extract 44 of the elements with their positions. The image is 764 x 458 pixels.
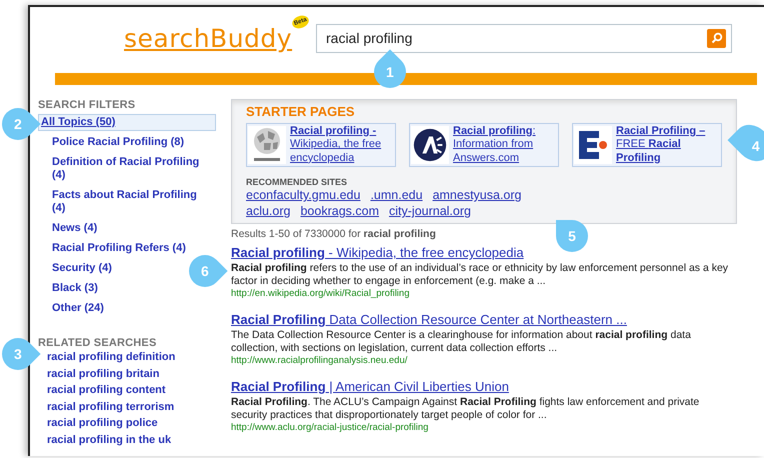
section-title: STARTER PAGES (246, 104, 356, 119)
filter-link[interactable]: Black (3) (52, 282, 98, 295)
related-search-link[interactable]: racial profiling terrorism (47, 398, 174, 415)
site-link[interactable]: econfaculty.gmu.edu (246, 188, 360, 203)
related-search-link[interactable]: racial profiling definition (47, 349, 176, 366)
filter-link[interactable]: Security (4) (52, 262, 112, 275)
result-url: http://en.wikipedia.org/wiki/Racial_profiling (231, 288, 410, 300)
result-snippet: Racial Profiling. The ACLU’s Campaign Against Racial Profiling fights law enforcement and private security practices that disproportionately target people of color for ... (231, 396, 700, 422)
section-title: RELATED SEARCHES (38, 337, 157, 349)
filter-link[interactable]: Police Racial Profiling (8) (52, 136, 184, 149)
starter-card[interactable]: Racial Profiling – FREE Racial Profiling (572, 123, 722, 167)
starter-link[interactable]: Racial profiling: Information from Answers.com (453, 124, 557, 166)
starter-card[interactable]: Racial profiling - Wikipedia, the free encyclopedia (246, 123, 396, 167)
starter-link[interactable]: Racial profiling - Wikipedia, the free encyclopedia (290, 124, 394, 166)
starter-link[interactable]: Racial Profiling – FREE Racial Profiling (616, 124, 720, 166)
filter-link[interactable]: All Topics (50) (38, 114, 216, 131)
starter-card[interactable]: Racial profiling: Information from Answers.com (409, 123, 559, 167)
result-url: http://www.racialprofilinganalysis.neu.edu/ (231, 355, 408, 367)
result-url: http://www.aclu.org/racial-justice/racial-profiling (231, 422, 430, 434)
results-summary: Results 1-50 of 7330000 for racial profiling (231, 228, 436, 240)
search-button[interactable] (707, 28, 726, 48)
site-link[interactable]: aclu.org (246, 204, 290, 219)
filter-link[interactable]: News (4) (52, 222, 98, 235)
filter-link[interactable]: Facts about Racial Profiling (4) (52, 189, 202, 215)
site-link[interactable]: .umn.edu (370, 188, 423, 203)
section-title: SEARCH FILTERS (38, 99, 136, 111)
related-search-link[interactable]: racial profiling britain (47, 366, 160, 382)
filter-link[interactable]: Other (24) (52, 302, 104, 315)
related-search-link[interactable]: racial profiling in the uk (47, 432, 172, 448)
result-title-link[interactable]: Racial profiling - Wikipedia, the free encyclopedia (231, 245, 524, 260)
site-link[interactable]: amnestyusa.org (432, 188, 522, 203)
site-link[interactable]: bookrags.com (300, 204, 379, 219)
result-title-link[interactable]: Racial Profiling Data Collection Resource Center at Northeastern ... (231, 312, 627, 327)
result-snippet: Racial profiling refers to the use of an individual’s race or ethnicity by law enforcement personnel as a key factor in deciding whether to engage in enforcement (e.g. make a ... (231, 262, 730, 288)
section-title: RECOMMENDED SITES (246, 177, 348, 187)
search-field[interactable]: racial profiling (316, 24, 732, 52)
result-snippet: The Data Collection Resource Center is a clearinghouse for information about racial profiling data collection, with sections on legislation, current data collection efforts ... (231, 329, 692, 355)
search-icon (710, 32, 722, 44)
related-search-link[interactable]: racial profiling police (47, 415, 158, 432)
callout-marker: 5 (556, 220, 588, 252)
result-title-link[interactable]: Racial Profiling | American Civil Liberties Union (231, 379, 509, 394)
filter-link[interactable]: Definition of Racial Profiling (4) (52, 156, 202, 182)
related-search-link[interactable]: racial profiling content (47, 382, 166, 398)
site-link[interactable]: city-journal.org (389, 204, 471, 219)
